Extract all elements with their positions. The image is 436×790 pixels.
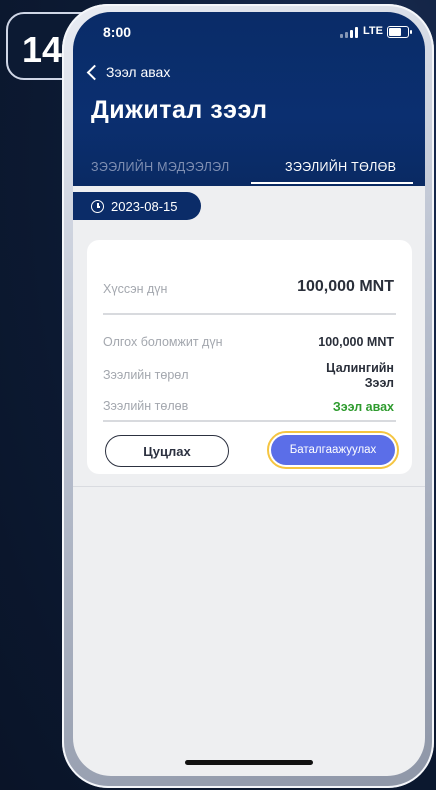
confirm-button[interactable]: Баталгаажуулах [271,435,395,465]
active-tab-indicator [251,182,413,184]
status-time: 8:00 [103,24,132,40]
tab-loan-status[interactable]: ЗЭЭЛИЙН ТӨЛӨВ [285,160,396,174]
back-label: Зээл авах [106,64,171,80]
battery-icon [387,26,412,38]
page-title: Дижитал зээл [91,96,268,124]
loan-status-value: Зээл авах [332,400,394,414]
available-amount-value: 100,000 MNT [318,335,394,349]
back-button[interactable]: Зээл авах [85,62,170,82]
divider [73,486,425,487]
divider [103,313,396,315]
signal-icon [340,26,360,38]
step-number: 14 [22,29,63,70]
requested-amount-value: 100,000 MNT [297,278,394,295]
loan-type-label: Зээлийн төрөл [103,368,189,382]
phone-screen: 8:00 LTE Зээл авах Дижитал зээл ЗЭЭЛИЙН … [73,12,425,776]
loan-status-label: Зээлийн төлөв [103,399,189,413]
clock-icon [91,199,104,213]
loan-card: Хүссэн дүн 100,000 MNT Олгох боломжит дү… [87,240,412,474]
loan-type-value: Цалингийн Зээл [326,361,394,390]
network-label: LTE [363,25,383,37]
app-header: 8:00 LTE Зээл авах Дижитал зээл ЗЭЭЛИЙН … [73,12,425,186]
tab-loan-info[interactable]: ЗЭЭЛИЙН МЭДЭЭЛЭЛ [91,160,230,174]
requested-amount-label: Хүссэн дүн [103,282,168,296]
date-pill: 2023-08-15 [73,192,201,220]
tab-bar: ЗЭЭЛИЙН МЭДЭЭЛЭЛ ЗЭЭЛИЙН ТӨЛӨВ [73,152,425,186]
home-indicator[interactable] [185,760,313,765]
cancel-button[interactable]: Цуцлах [105,435,229,467]
available-amount-label: Олгох боломжит дүн [103,335,223,349]
date-text: 2023-08-15 [111,198,178,214]
chevron-left-icon [86,64,103,80]
divider [103,420,396,422]
status-bar: 8:00 LTE [73,12,425,52]
